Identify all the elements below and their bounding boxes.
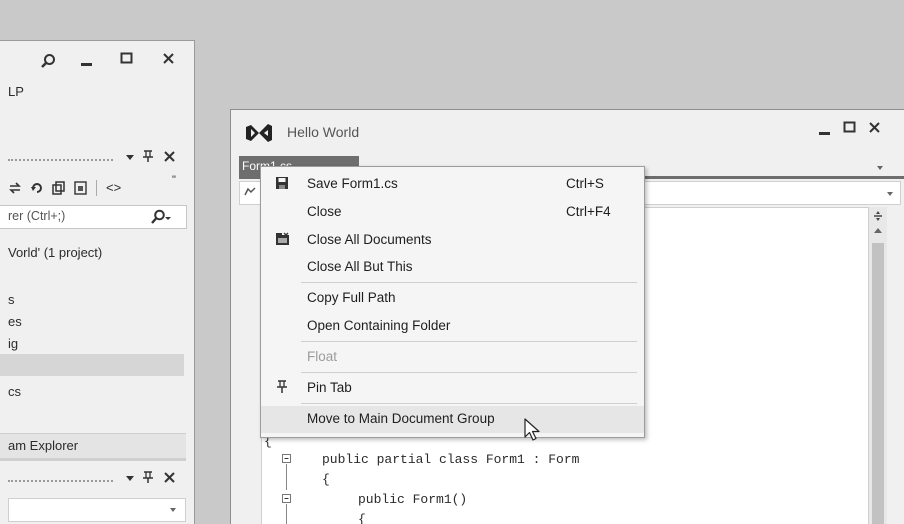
menu-item-copy-full-path[interactable]: Copy Full Path: [261, 285, 644, 312]
properties-dropdown[interactable]: [8, 498, 186, 522]
scroll-thumb[interactable]: [872, 243, 884, 524]
collapse-region-icon[interactable]: [282, 454, 292, 464]
pin-icon[interactable]: [142, 470, 154, 484]
overflow-icon[interactable]: ": [172, 174, 176, 186]
panel-close-icon[interactable]: [163, 150, 176, 163]
menu-item-close-all-but-this[interactable]: Close All But This: [261, 254, 644, 281]
minimize-icon[interactable]: [80, 55, 94, 69]
menu-item-label: Pin Tab: [307, 380, 352, 395]
member-dropdown-icon[interactable]: [886, 191, 894, 197]
code-line: public partial class Form1 : Form: [322, 452, 580, 467]
refresh-icon[interactable]: [30, 181, 44, 195]
maximize-icon[interactable]: [120, 52, 134, 66]
menu-item-label: Close: [307, 204, 342, 219]
menu-item-label: Move to Main Document Group: [307, 411, 495, 426]
code-line: public Form1(): [358, 492, 468, 507]
panel-grip: [8, 480, 113, 482]
show-all-files-icon[interactable]: [74, 181, 88, 195]
dropdown-arrow-icon[interactable]: [125, 473, 135, 483]
chevron-down-icon: [169, 507, 177, 513]
minimize-icon[interactable]: [818, 124, 832, 138]
menu-item-label: Close All But This: [307, 259, 413, 274]
menu-item-label: Float: [307, 349, 338, 364]
menu-item-label: Copy Full Path: [307, 290, 396, 305]
menu-item-close-all-documents[interactable]: Close All Documents: [261, 227, 644, 254]
class-icon: [243, 186, 257, 198]
code-line: {: [358, 512, 366, 524]
menu-item-label: Save Form1.cs: [307, 176, 398, 191]
vertical-scrollbar[interactable]: [869, 207, 887, 524]
solution-node[interactable]: Vorld' (1 project): [8, 245, 102, 260]
close-all-documents-icon: [275, 232, 291, 246]
split-editor-icon[interactable]: [872, 210, 884, 222]
menu-item-save[interactable]: Save Form1.cs Ctrl+S: [261, 171, 644, 198]
menu-item-label: Close All Documents: [307, 232, 432, 247]
panel-close-icon[interactable]: [163, 471, 176, 484]
code-line: {: [322, 472, 330, 487]
collapse-region-icon[interactable]: [282, 494, 292, 504]
save-icon: [275, 176, 289, 190]
search-icon[interactable]: [40, 53, 56, 69]
tab-context-menu: Save Form1.cs Ctrl+S Close Ctrl+F4 Close…: [260, 166, 645, 438]
menu-item-pin-tab[interactable]: Pin Tab: [261, 375, 644, 402]
menu-item-move-to-main-document-group[interactable]: Move to Main Document Group: [261, 406, 644, 433]
menu-separator: [301, 372, 637, 373]
menu-item-close[interactable]: Close Ctrl+F4: [261, 199, 644, 226]
collapse-all-icon[interactable]: [52, 181, 66, 195]
tab-dropdown-icon[interactable]: [876, 165, 884, 171]
menu-item-shortcut: Ctrl+S: [566, 176, 604, 191]
tree-item-selected[interactable]: [0, 354, 184, 376]
mouse-cursor-icon: [524, 418, 542, 442]
pin-icon[interactable]: [142, 149, 154, 163]
tab-team-explorer-label: am Explorer: [8, 438, 79, 453]
tree-item[interactable]: s: [8, 292, 15, 307]
search-placeholder: rer (Ctrl+;): [8, 209, 66, 223]
scroll-up-icon[interactable]: [873, 227, 883, 235]
toolbar-divider: [96, 180, 97, 196]
close-icon[interactable]: [162, 52, 176, 66]
search-input[interactable]: rer (Ctrl+;): [0, 205, 187, 229]
sync-icon[interactable]: [8, 181, 22, 195]
maximize-icon[interactable]: [843, 121, 857, 135]
search-icon[interactable]: [150, 209, 172, 225]
view-code-icon[interactable]: <>: [106, 180, 121, 195]
pin-icon: [277, 380, 287, 394]
tree-item[interactable]: es: [8, 314, 22, 329]
menu-item-shortcut: Ctrl+F4: [566, 204, 611, 219]
menu-separator: [301, 282, 637, 283]
menu-help-fragment[interactable]: LP: [8, 84, 24, 99]
outline-line: [286, 464, 287, 490]
tab-team-explorer[interactable]: am Explorer: [0, 433, 186, 461]
window-title: Hello World: [287, 124, 360, 140]
menu-item-float: Float: [261, 344, 644, 371]
solution-explorer-window: LP <> " rer (Ctrl+;) Vorld' (1 project) …: [0, 40, 195, 524]
close-icon[interactable]: [868, 121, 882, 135]
menu-item-open-containing-folder[interactable]: Open Containing Folder: [261, 313, 644, 340]
menu-separator: [301, 341, 637, 342]
menu-separator: [301, 403, 637, 404]
outline-line: [286, 504, 287, 524]
dropdown-arrow-icon[interactable]: [125, 152, 135, 162]
panel-grip: [8, 159, 113, 161]
visual-studio-logo-icon: [245, 122, 273, 144]
tree-item[interactable]: ig: [8, 336, 18, 351]
menu-item-label: Open Containing Folder: [307, 318, 451, 333]
tree-item[interactable]: cs: [8, 384, 21, 399]
